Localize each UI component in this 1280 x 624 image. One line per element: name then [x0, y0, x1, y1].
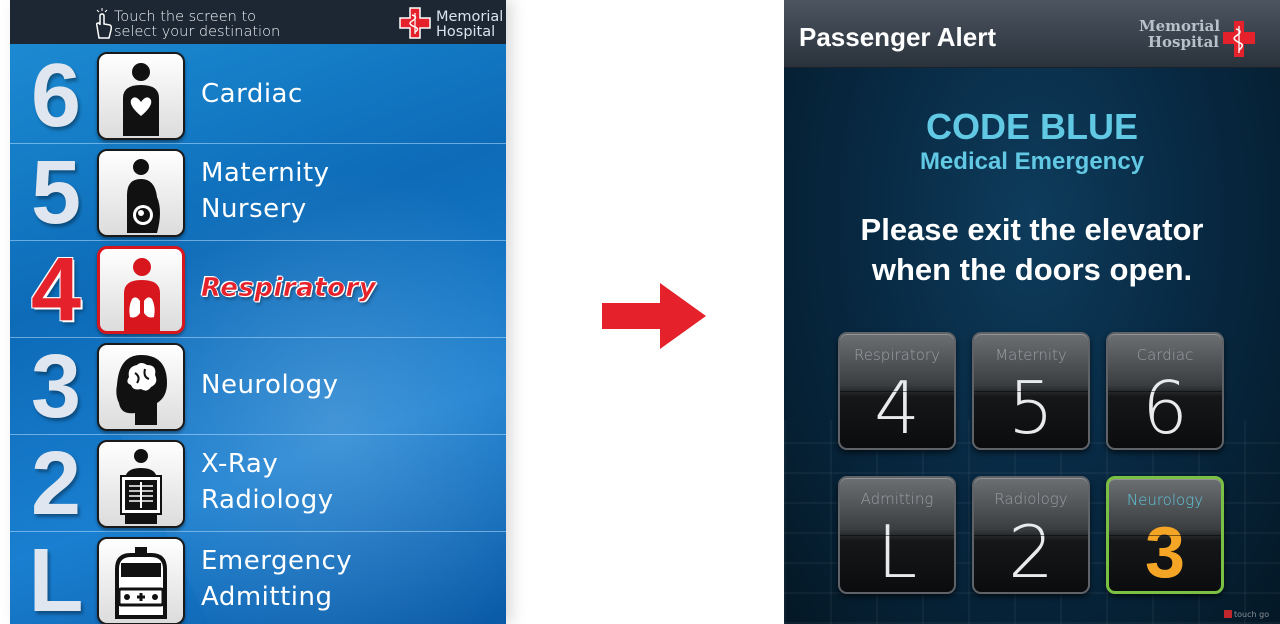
instruction-line-2: select your destination — [114, 24, 281, 40]
floor-icon-box — [97, 149, 185, 237]
floor-row-cardiac[interactable]: 6 Cardiac — [10, 48, 506, 144]
floor-number: 5 — [30, 143, 82, 243]
touch-hand-icon — [95, 8, 113, 39]
ambulance-icon — [115, 547, 167, 619]
floor-label-line-1: Respiratory — [201, 273, 377, 304]
floor-label: Respiratory — [201, 270, 376, 306]
floor-button-name: Respiratory — [854, 346, 940, 364]
logo-line-1: Memorial — [436, 9, 504, 25]
floor-button-name: Radiology — [994, 490, 1068, 508]
heart-person-icon — [123, 63, 159, 136]
floor-label-line-1: Cardiac — [201, 79, 303, 109]
watermark-text: touch go — [1234, 610, 1270, 619]
floor-number: L — [28, 531, 84, 624]
left-header: Touch the screen to select your destinat… — [10, 0, 506, 44]
hospital-logo-text: Memorial Hospital — [1139, 17, 1221, 51]
floor-label-line-1: Neurology — [201, 370, 339, 400]
floor-number: 2 — [30, 434, 82, 534]
floor-label-line-1: X-Ray — [201, 449, 279, 479]
floor-button-name: Maternity — [995, 346, 1067, 364]
lungs-person-icon — [124, 258, 160, 331]
floor-button-number: 4 — [874, 366, 920, 450]
floor-label-line-2: Admitting — [201, 582, 333, 612]
floor-button-name: Neurology — [1126, 491, 1204, 509]
floor-button-respiratory[interactable]: Respiratory 4 — [838, 332, 956, 450]
floor-button-number: 5 — [1008, 366, 1054, 450]
destination-panel: Touch the screen to select your destinat… — [10, 0, 506, 624]
floor-button-number: L — [876, 510, 918, 594]
hospital-logo-text: Memorial Hospital — [436, 10, 503, 40]
alert-title: Passenger Alert — [799, 22, 997, 52]
floor-label: X-Ray Radiology — [201, 446, 334, 518]
hospital-cross-icon — [399, 7, 431, 39]
floor-icon-box — [97, 52, 185, 140]
exit-message-line-1: Please exit the elevator — [860, 212, 1204, 247]
right-arrow-icon — [602, 283, 706, 349]
floor-button-number: 2 — [1008, 510, 1054, 594]
floor-button-radiology[interactable]: Radiology 2 — [972, 476, 1090, 594]
floor-button-name: Cardiac — [1136, 346, 1194, 364]
floor-row-respiratory[interactable]: 4 Respiratory — [10, 242, 506, 338]
passenger-alert-panel: Passenger Alert Memorial Hospital CODE B… — [784, 0, 1280, 624]
logo-line-2: Hospital — [1147, 33, 1219, 51]
floor-label: Cardiac — [201, 76, 303, 112]
floor-button-number: 3 — [1144, 513, 1186, 593]
logo-line-2: Hospital — [436, 24, 496, 40]
instruction-line-1: Touch the screen to — [114, 9, 256, 25]
floor-label-line-1: Maternity — [201, 158, 330, 188]
logo-line-1: Memorial — [1139, 17, 1221, 35]
alert-header: Passenger Alert Memorial Hospital — [784, 0, 1280, 68]
floor-label-line-2: Nursery — [201, 194, 307, 224]
exit-message: Please exit the elevator when the doors … — [784, 210, 1280, 290]
floor-label: Neurology — [201, 367, 338, 403]
floor-icon-box — [97, 246, 185, 334]
floor-number: 3 — [30, 337, 82, 437]
floor-number: 6 — [30, 46, 82, 146]
exit-message-line-2: when the doors open. — [871, 252, 1193, 287]
floor-number: 4 — [30, 240, 82, 340]
watermark: touch go — [1224, 610, 1269, 619]
code-subtitle: Medical Emergency — [919, 148, 1145, 175]
floor-label: Emergency Admitting — [201, 543, 352, 615]
floor-row-emergency[interactable]: L Emergency Admitting — [10, 533, 506, 624]
floor-button-neurology[interactable]: Neurology 3 — [1106, 476, 1224, 594]
floor-label-line-2: Radiology — [201, 485, 334, 515]
header-instruction: Touch the screen to select your destinat… — [114, 10, 280, 40]
floor-icon-box — [97, 343, 185, 431]
code-blue-title: CODE BLUE — [925, 106, 1138, 147]
floor-label: Maternity Nursery — [201, 155, 330, 227]
floor-button-name: Admitting — [860, 490, 934, 508]
brain-head-icon — [116, 355, 167, 425]
floor-row-radiology[interactable]: 2 X-Ray Radiology — [10, 436, 506, 532]
floor-row-neurology[interactable]: 3 Neurology — [10, 339, 506, 435]
floor-icon-box — [97, 537, 185, 624]
floor-label-line-1: Emergency — [201, 546, 353, 576]
floor-button-maternity[interactable]: Maternity 5 — [972, 332, 1090, 450]
hospital-cross-icon — [1223, 21, 1255, 57]
floor-icon-box — [97, 440, 185, 528]
floor-row-maternity[interactable]: 5 Maternity Nursery — [10, 145, 506, 241]
floor-button-cardiac[interactable]: Cardiac 6 — [1106, 332, 1224, 450]
watermark-logo-icon — [1224, 610, 1232, 618]
floor-button-number: 6 — [1142, 366, 1188, 450]
pregnant-person-icon — [127, 159, 160, 233]
xray-person-icon — [120, 449, 162, 524]
floor-button-admitting[interactable]: Admitting L — [838, 476, 956, 594]
